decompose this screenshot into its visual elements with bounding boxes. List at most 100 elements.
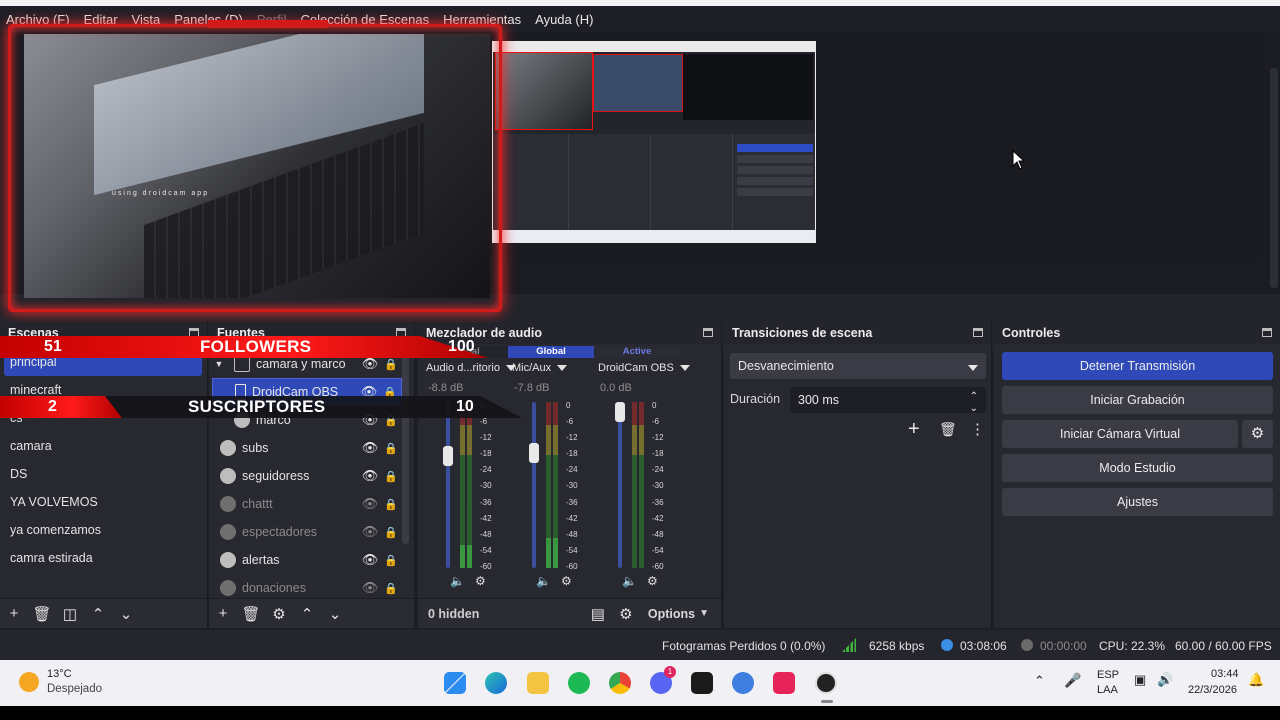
popout-icon[interactable]	[703, 328, 713, 337]
language-top[interactable]: ESP	[1097, 669, 1119, 681]
chevron-down-icon[interactable]	[557, 365, 568, 372]
tiktok-icon[interactable]	[773, 672, 795, 694]
obs-icon[interactable]	[815, 672, 837, 694]
language-bottom[interactable]: LAA	[1097, 684, 1118, 696]
display-capture-source[interactable]	[492, 41, 816, 243]
stepper-down-icon[interactable]: ⌄	[970, 396, 978, 422]
transitions-title: Transiciones de escena	[724, 322, 991, 344]
volume-slider-knob[interactable]	[443, 445, 453, 466]
file-explorer-icon[interactable]	[527, 672, 549, 694]
popout-icon[interactable]	[1262, 328, 1272, 337]
arrow-up-icon[interactable]: ⌃	[293, 605, 321, 623]
lock-icon[interactable]: 🔒	[380, 554, 402, 567]
studio-mode-button[interactable]: Modo Estudio	[1002, 454, 1273, 482]
scene-item[interactable]: camra estirada	[4, 544, 202, 572]
gear-icon[interactable]: ⚙	[265, 605, 293, 623]
speaker-icon[interactable]: 🔈	[450, 574, 465, 588]
transition-select[interactable]: Desvanecimiento	[730, 353, 986, 379]
notifications-icon[interactable]: 🔔	[1248, 672, 1264, 688]
eye-hidden-icon[interactable]: 👁	[360, 496, 380, 512]
options-button[interactable]: Options	[648, 607, 695, 621]
add-icon[interactable]: +	[0, 605, 28, 622]
settings-button[interactable]: Ajustes	[1002, 488, 1273, 516]
volume-slider-knob[interactable]	[529, 442, 539, 463]
source-item[interactable]: espectadores 👁 🔒	[212, 518, 402, 546]
moon-weather-icon[interactable]	[19, 672, 39, 692]
add-icon[interactable]: +	[209, 605, 237, 622]
source-item[interactable]: chattt 👁 🔒	[212, 490, 402, 518]
scene-item[interactable]: DS	[4, 460, 202, 488]
trash-icon[interactable]: 🗑	[28, 605, 56, 623]
start-recording-button[interactable]: Iniciar Grabación	[1002, 386, 1273, 414]
capcut-icon[interactable]	[691, 672, 713, 694]
lock-icon[interactable]: 🔒	[380, 498, 402, 511]
channel-name[interactable]: Mic/Aux	[512, 362, 568, 374]
eye-hidden-icon[interactable]: 👁	[360, 580, 380, 596]
channel-gear-icon[interactable]: ⚙	[475, 574, 486, 588]
arrow-up-icon[interactable]: ⌃	[84, 605, 112, 623]
app-icon[interactable]	[732, 672, 754, 694]
channel-gear-icon[interactable]: ⚙	[647, 574, 658, 588]
more-icon[interactable]: ⋮	[970, 420, 985, 438]
channel-name[interactable]: Audio d...ritorio	[426, 362, 516, 374]
channel-gear-icon[interactable]: ⚙	[561, 574, 572, 588]
chevron-down-icon[interactable]: ▼	[699, 608, 709, 619]
scene-item[interactable]: YA VOLVEMOS	[4, 488, 202, 516]
arrow-down-icon[interactable]: ⌄	[112, 605, 140, 623]
chevron-up-icon[interactable]: ⌃	[1034, 673, 1045, 689]
arrow-down-icon[interactable]: ⌄	[321, 605, 349, 623]
trash-icon[interactable]: 🗑	[939, 421, 957, 438]
collapse-icon[interactable]: ▼	[212, 359, 226, 369]
source-item[interactable]: alertas 👁 🔒	[212, 546, 402, 574]
source-item[interactable]: seguidoress 👁 🔒	[212, 462, 402, 490]
lock-icon[interactable]: 🔒	[380, 442, 402, 455]
mixer-tab[interactable]: Active	[594, 346, 680, 358]
volume-slider-knob[interactable]	[615, 402, 625, 422]
volume-icon[interactable]: 🔊	[1157, 672, 1173, 688]
layout-icon[interactable]: ▤	[584, 605, 612, 623]
eye-icon[interactable]: 👁	[360, 552, 380, 568]
clock-time[interactable]: 03:44	[1211, 668, 1239, 680]
volume-slider-track[interactable]	[532, 402, 536, 568]
microphone-icon[interactable]: 🎤	[1064, 672, 1081, 689]
popout-icon[interactable]	[973, 328, 983, 337]
scene-item[interactable]: camara	[4, 432, 202, 460]
camera-frame-source[interactable]: using droidcam app	[8, 20, 502, 312]
lock-icon[interactable]: 🔒	[380, 358, 402, 371]
trash-icon[interactable]: 🗑	[237, 605, 265, 623]
source-item[interactable]: subs 👁 🔒	[212, 434, 402, 462]
clock-date[interactable]: 22/3/2026	[1188, 684, 1237, 696]
lock-icon[interactable]: 🔒	[380, 526, 402, 539]
eye-icon[interactable]: 👁	[360, 356, 380, 372]
volume-slider-track[interactable]	[618, 402, 622, 568]
edge-icon[interactable]	[485, 672, 507, 694]
lock-icon[interactable]: 🔒	[380, 582, 402, 595]
windows-start-icon[interactable]	[444, 672, 466, 694]
lock-icon[interactable]: 🔒	[380, 470, 402, 483]
chrome-icon[interactable]	[609, 672, 631, 694]
scene-item[interactable]: ya comenzamos	[4, 516, 202, 544]
duration-field[interactable]: 300 ms ⌃ ⌄	[790, 387, 986, 414]
channel-name[interactable]: DroidCam OBS	[598, 362, 690, 374]
filter-icon[interactable]: ◫	[56, 605, 84, 623]
sources-scrollbar[interactable]	[402, 354, 409, 544]
weather-temp[interactable]: 13°C	[47, 668, 72, 680]
volume-slider-track[interactable]	[446, 402, 450, 568]
speaker-icon[interactable]: 🔈	[622, 574, 637, 588]
start-virtual-camera-button[interactable]: Iniciar Cámara Virtual	[1002, 420, 1238, 448]
eye-hidden-icon[interactable]: 👁	[360, 524, 380, 540]
add-transition-icon[interactable]: +	[908, 418, 920, 441]
spotify-icon[interactable]	[568, 672, 590, 694]
stop-streaming-button[interactable]: Detener Transmisión	[1002, 352, 1273, 380]
preview-scrollbar[interactable]	[1270, 68, 1278, 288]
source-item[interactable]: donaciones 👁 🔒	[212, 574, 402, 602]
virtual-camera-gear-icon[interactable]: ⚙	[1242, 420, 1273, 448]
eye-icon[interactable]: 👁	[360, 468, 380, 484]
gear-icon[interactable]: ⚙	[612, 605, 640, 623]
speaker-icon[interactable]: 🔈	[536, 574, 551, 588]
network-icon[interactable]: ▣	[1134, 672, 1146, 688]
menu-ayuda[interactable]: Ayuda (H)	[535, 12, 593, 27]
chevron-down-icon[interactable]	[679, 365, 690, 372]
eye-icon[interactable]: 👁	[360, 440, 380, 456]
weather-desc[interactable]: Despejado	[47, 683, 102, 695]
